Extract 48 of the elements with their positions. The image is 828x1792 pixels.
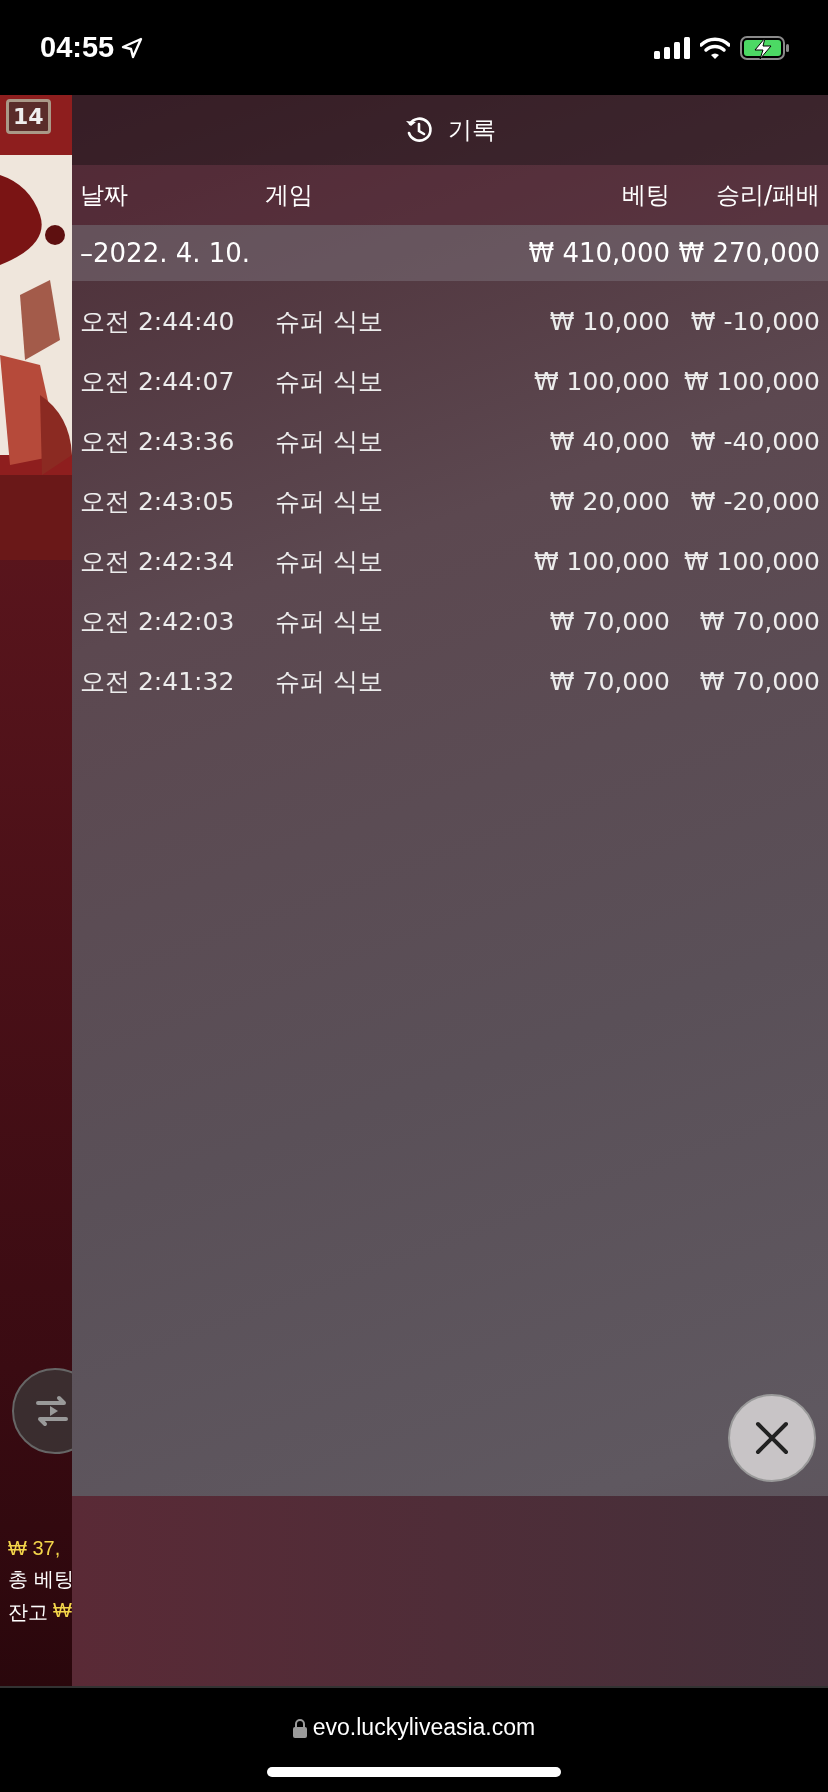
game-cell-text: 슈퍼 식보 [274, 665, 384, 698]
bet-amount-cell-text: ₩ 10,000 [548, 306, 670, 336]
wifi-icon [700, 36, 730, 59]
result-column-header: 승리/패배 [714, 180, 820, 211]
result-amount-cell-text: ₩ -20,000 [689, 486, 820, 516]
game-cell-text: 슈퍼 식보 [274, 485, 384, 518]
bet-amount-cell-text: ₩ 20,000 [548, 486, 670, 516]
date-summary-row[interactable]: –2022. 4. 10. ₩ 410,000 ₩ 270,000 [72, 225, 828, 281]
total-bet-label: 총 베팅 [8, 1567, 72, 1592]
bet-amount-cell-text: ₩ 70,000 [548, 606, 670, 636]
bet-amount-cell-text: ₩ 70,000 [548, 666, 670, 696]
result-amount-cell-text: ₩ -10,000 [689, 306, 820, 336]
game-cell-text: 슈퍼 식보 [274, 545, 384, 578]
bet-column-header: 베팅 [621, 180, 670, 211]
url-address[interactable]: evo.luckyliveasia.com [312, 1714, 536, 1741]
replay-button[interactable] [10, 1367, 72, 1455]
time-cell-text: 오전 2:44:40 [80, 305, 236, 338]
balance-label: 잔고 [8, 1600, 48, 1625]
time-cell-text: 오전 2:41:32 [80, 665, 236, 698]
round-number-badge: 14 [6, 99, 51, 134]
battery-charging-icon [740, 35, 790, 60]
game-cell-text: 슈퍼 식보 [274, 305, 384, 338]
game-cell-text: 슈퍼 식보 [274, 425, 384, 458]
signal-icon [654, 36, 690, 59]
lock-icon [292, 1717, 307, 1738]
location-arrow-icon [120, 35, 145, 60]
currency-sign: ₩ [53, 1599, 72, 1623]
time-cell-text: 오전 2:43:36 [80, 425, 236, 458]
result-amount-cell-text: ₩ 70,000 [698, 666, 820, 696]
result-amount-cell-text: ₩ 70,000 [698, 606, 820, 636]
balance-amount: ₩ 37, [8, 1537, 62, 1560]
history-icon [404, 115, 434, 145]
result-amount-cell-text: ₩ 100,000 [682, 546, 820, 576]
bet-amount-cell-text: ₩ 40,000 [548, 426, 670, 456]
time-cell-text: 오전 2:42:03 [80, 605, 236, 638]
time-cell-text: 오전 2:43:05 [80, 485, 236, 518]
status-time: 04:55 [40, 31, 115, 64]
result-amount-cell-text: ₩ -40,000 [689, 426, 820, 456]
time-cell-text: 오전 2:42:34 [80, 545, 236, 578]
game-column-header: 게임 [265, 180, 314, 211]
date-column-header: 날짜 [80, 180, 129, 211]
game-cell-text: 슈퍼 식보 [274, 605, 384, 638]
game-cell-text: 슈퍼 식보 [274, 365, 384, 398]
bet-amount-cell-text: ₩ 100,000 [532, 366, 670, 396]
result-amount-cell-text: ₩ 100,000 [682, 366, 820, 396]
panel-title: 기록 [448, 115, 496, 146]
bet-amount-cell-text: ₩ 100,000 [532, 546, 670, 576]
time-cell-text: 오전 2:44:07 [80, 365, 236, 398]
